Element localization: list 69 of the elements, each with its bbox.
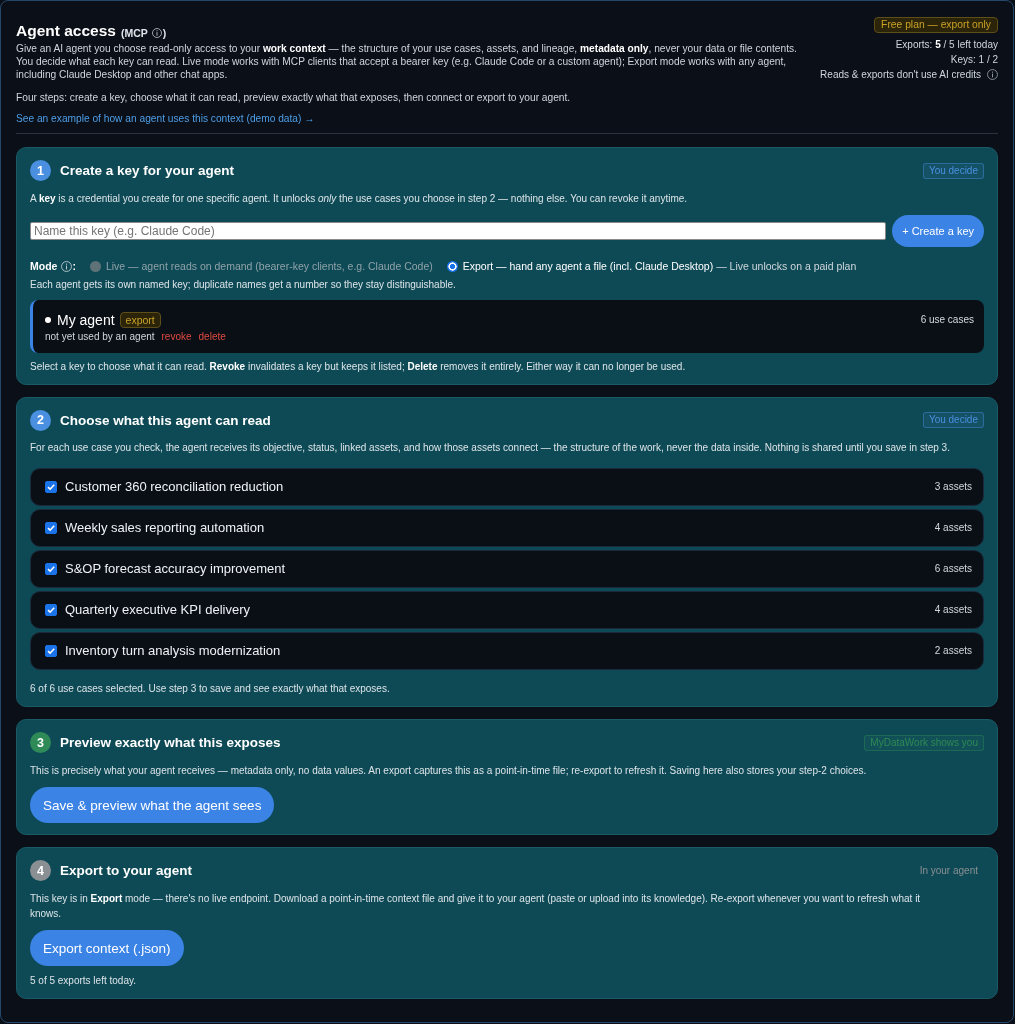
key-status: not yet used by an agent: [45, 330, 155, 343]
use-case-row[interactable]: Quarterly executive KPI delivery 4 assets: [30, 590, 984, 629]
upgrade-note: — Live unlocks on a paid plan: [716, 259, 857, 273]
use-case-name: Inventory turn analysis modernization: [65, 643, 281, 658]
info-icon[interactable]: [987, 68, 998, 80]
step-number: 2: [30, 409, 51, 431]
use-case-name: Customer 360 reconciliation reduction: [65, 479, 284, 494]
example-link[interactable]: See an example of how an agent uses this context (demo data) →: [16, 111, 315, 125]
step-tag: In your agent: [913, 862, 984, 879]
asset-count: 2 assets: [934, 645, 972, 656]
credits-note: Reads & exports don't use AI credits: [820, 67, 981, 82]
use-case-row[interactable]: Weekly sales reporting automation 4 assets: [30, 508, 984, 547]
radio-button[interactable]: [446, 260, 458, 272]
naming-note: Each agent gets its own named key; duplicate names get a number so they stay distinguishable.: [30, 277, 457, 291]
bullet-icon: [45, 317, 51, 323]
plan-badge: Free plan — export only: [874, 17, 998, 33]
step-tag: You decide: [922, 162, 984, 179]
page-title: Agent access: [16, 21, 116, 41]
asset-count: 3 assets: [934, 481, 972, 492]
step-number: 3: [30, 732, 51, 753]
info-icon[interactable]: [151, 27, 162, 38]
step-title: Choose what this agent can read: [60, 412, 271, 428]
step-title: Create a key for your agent: [60, 163, 235, 178]
step-title: Export to your agent: [60, 863, 192, 878]
use-case-row[interactable]: Customer 360 reconciliation reduction 3 assets: [30, 467, 984, 506]
step-description: A key is a credential you create for one specific agent. It unlocks only the use cases you choose in step 2 — nothing else. You can revoke it anytime.: [30, 191, 689, 205]
use-case-row[interactable]: S&OP forecast accuracy improvement 6 assets: [30, 549, 984, 588]
selection-summary: 6 of 6 use cases selected. Use step 3 to save and see exactly what that exposes.: [30, 682, 391, 695]
asset-count: 4 assets: [934, 522, 972, 533]
step-description: For each use case you check, the agent receives its objective, status, linked assets, and how those assets connect — the structure of the work, never the data inside. Nothing is shared until you save in step 3.: [30, 441, 951, 454]
mode-label: Mode: [30, 259, 58, 273]
delete-link[interactable]: delete: [198, 330, 226, 343]
key-item[interactable]: My agent export not yet used by an agent revoke delete 6 use cases: [30, 300, 984, 353]
step-tag: You decide: [922, 412, 984, 428]
use-case-count: 6 use cases: [920, 313, 974, 327]
use-case-name: Weekly sales reporting automation: [65, 520, 265, 535]
create-key-button[interactable]: + Create a key: [892, 215, 984, 247]
use-case-name: S&OP forecast accuracy improvement: [65, 561, 286, 576]
step-number: 4: [30, 860, 51, 881]
key-footnote: Select a key to choose what it can read. Revoke invalidates a key but keeps it listed; Delete removes it entirely. Either way it can no longer be used.: [30, 359, 687, 373]
keys-count: Keys: 1 / 2: [950, 52, 998, 67]
checkbox[interactable]: [45, 562, 57, 575]
info-icon[interactable]: [61, 260, 73, 272]
checkbox[interactable]: [45, 644, 57, 657]
closing-paren: ): [162, 26, 167, 39]
mode-option-label[interactable]: Export — hand any agent a file (incl. Claude Desktop): [462, 259, 714, 273]
asset-count: 4 assets: [934, 604, 972, 615]
revoke-link[interactable]: revoke: [161, 330, 192, 343]
exports-remaining: Exports: 5 / 5 left today: [895, 37, 998, 52]
steps-summary: Four steps: create a key, choose what it can read, preview exactly what that exposes, then connect or export to your agent.: [16, 90, 572, 104]
checkbox[interactable]: [45, 480, 57, 493]
key-name: My agent: [57, 312, 115, 328]
save-preview-button[interactable]: Save & preview what the agent sees: [30, 787, 275, 823]
step-title: Preview exactly what this exposes: [60, 735, 281, 750]
asset-count: 6 assets: [934, 563, 972, 574]
export-button[interactable]: Export context (.json): [30, 930, 184, 966]
mcp-label: (MCP: [120, 26, 148, 39]
step-description: This key is in Export mode — there's no live endpoint. Download a point-in-time context file and give it to your agent (paste or upload into its knowledge). Re-export whenever you want to refresh what it knows.: [30, 891, 922, 921]
step-description: This is precisely what your agent receives — metadata only, no data values. An export captures this as a point-in-time file; re-export to refresh it. Saving here also stores your step-2 choices.: [30, 763, 868, 777]
key-name-input[interactable]: Name this key (e.g. Claude Code): [30, 222, 887, 240]
use-case-row[interactable]: Inventory turn analysis modernization 2 assets: [30, 631, 984, 670]
mode-colon: :: [72, 259, 76, 273]
exports-left-note: 5 of 5 exports left today.: [30, 973, 137, 987]
intro-text: Give an AI agent you choose read-only access to your work context — the structure of your use cases, assets, and lineage, metadata only, never your data or file contents. You decide what each key can read. Live mode works with MCP clients that accept a bearer key (e.g. Claude Code or a custom agent); Export mode works with any agent, including Claude Desktop and other chat apps.: [16, 42, 798, 81]
checkbox[interactable]: [45, 521, 57, 534]
mode-badge: export: [119, 312, 161, 328]
use-case-name: Quarterly executive KPI delivery: [65, 602, 250, 617]
step-number: 1: [30, 160, 51, 181]
checkbox[interactable]: [45, 603, 57, 616]
